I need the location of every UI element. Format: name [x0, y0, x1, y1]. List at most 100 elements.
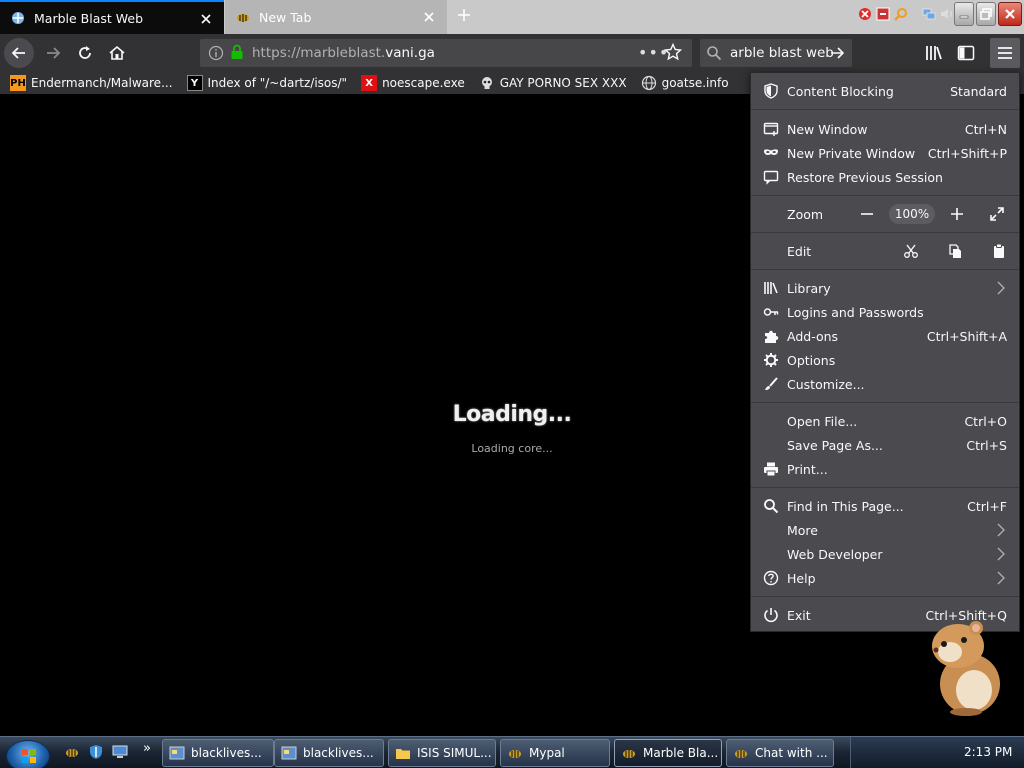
minimize-button[interactable]	[954, 2, 974, 26]
close-window-button[interactable]	[998, 2, 1022, 26]
menu-separator	[751, 269, 1019, 270]
menu-label: Exit	[787, 608, 811, 623]
quicklaunch-overflow-icon[interactable]: »	[143, 741, 151, 756]
bookmark-item[interactable]: goatse.info	[641, 75, 729, 91]
restore-button[interactable]	[976, 2, 996, 26]
fullscreen-icon[interactable]	[989, 206, 1005, 222]
menu-shortcut: Ctrl+F	[967, 499, 1007, 514]
bookmark-star-icon[interactable]	[664, 43, 682, 61]
url-domain: vani.ga	[385, 45, 435, 61]
taskbar-button[interactable]: Mypal	[500, 739, 610, 767]
bee-quicklaunch-icon[interactable]	[64, 744, 80, 760]
menu-addons[interactable]: Add-ons Ctrl+Shift+A	[751, 324, 1019, 348]
marble-favicon-icon	[12, 12, 24, 24]
start-button[interactable]	[6, 740, 50, 768]
zoom-out-icon[interactable]	[859, 206, 875, 222]
menu-restore-session[interactable]: Restore Previous Session	[751, 165, 1019, 189]
back-button[interactable]	[4, 38, 34, 68]
puzzle-icon	[765, 330, 779, 343]
close-tab-icon[interactable]	[421, 9, 437, 25]
open-menu-button[interactable]	[990, 38, 1020, 68]
menu-customize[interactable]: Customize...	[751, 372, 1019, 396]
library-icon[interactable]	[924, 43, 944, 63]
menu-new-private-window[interactable]: New Private Window Ctrl+Shift+P	[751, 141, 1019, 165]
menu-label: Content Blocking	[787, 84, 894, 99]
zoom-reset-button[interactable]: 100%	[889, 204, 935, 224]
hamster-desktop-pet[interactable]	[920, 614, 1008, 718]
menu-save-page[interactable]: Save Page As... Ctrl+S	[751, 433, 1019, 457]
forward-button[interactable]	[38, 38, 68, 68]
menu-options[interactable]: Options	[751, 348, 1019, 372]
power-icon	[764, 608, 778, 623]
arrow-right-icon	[47, 47, 61, 59]
zoom-in-icon[interactable]	[949, 206, 965, 222]
cut-icon[interactable]	[903, 243, 919, 259]
lock-icon[interactable]	[230, 44, 244, 60]
search-bar[interactable]: arble blast web	[700, 39, 852, 67]
menu-open-file[interactable]: Open File... Ctrl+O	[751, 409, 1019, 433]
menu-label: New Window	[787, 122, 868, 137]
key-icon	[763, 308, 779, 316]
stop-sign-tray-icon[interactable]	[858, 7, 872, 21]
taskbar-label: Marble Bla...	[643, 746, 719, 760]
tab-marble-blast[interactable]: Marble Blast Web	[0, 0, 224, 34]
menu-label: Web Developer	[787, 547, 883, 562]
taskbar-button-active[interactable]: Marble Bla...	[614, 739, 722, 767]
menu-logins[interactable]: Logins and Passwords	[751, 300, 1019, 324]
bookmark-item[interactable]: GAY PORNO SEX XXX	[479, 75, 627, 91]
network-tray-icon[interactable]	[922, 7, 936, 21]
url-bar[interactable]: https://marbleblast.vani.ga •••	[200, 39, 692, 67]
menu-more[interactable]: More	[751, 518, 1019, 542]
bookmark-item[interactable]: X noescape.exe	[361, 75, 465, 91]
menu-label: Find in This Page...	[787, 499, 904, 514]
menu-find[interactable]: Find in This Page... Ctrl+F	[751, 494, 1019, 518]
menu-label: Restore Previous Session	[787, 170, 943, 185]
bookmark-label: Endermanch/Malware...	[31, 76, 173, 90]
security-tray-icon[interactable]	[876, 7, 890, 21]
taskbar-button[interactable]: Chat with ...	[726, 739, 834, 767]
menu-help[interactable]: Help	[751, 566, 1019, 590]
menu-web-developer[interactable]: Web Developer	[751, 542, 1019, 566]
menu-label: Add-ons	[787, 329, 839, 344]
taskbar-button[interactable]: blacklives...	[274, 739, 384, 767]
menu-library[interactable]: Library	[751, 276, 1019, 300]
shield-quicklaunch-icon[interactable]	[88, 744, 104, 760]
magnifier-tray-icon[interactable]	[894, 7, 908, 21]
menu-label: Logins and Passwords	[787, 305, 924, 320]
search-input[interactable]: arble blast web	[730, 45, 834, 61]
taskbar-label: blacklives...	[191, 746, 262, 760]
system-clock[interactable]: 2:13 PM	[964, 745, 1012, 759]
bookmark-item[interactable]: PH Endermanch/Malware...	[10, 75, 173, 91]
paintbrush-icon	[765, 377, 778, 390]
reload-button[interactable]	[70, 38, 100, 68]
home-button[interactable]	[102, 38, 132, 68]
volume-tray-icon[interactable]	[940, 7, 954, 21]
copy-icon[interactable]	[947, 243, 963, 259]
taskbar-button[interactable]: ISIS SIMUL...	[388, 739, 496, 767]
url-text: https://marbleblast.vani.ga	[252, 45, 435, 61]
printer-icon	[764, 462, 778, 477]
menu-label: Edit	[787, 244, 812, 259]
bookmark-label: noescape.exe	[382, 76, 465, 90]
search-icon	[764, 499, 779, 514]
menu-print[interactable]: Print...	[751, 457, 1019, 481]
search-go-arrow-icon[interactable]	[828, 44, 846, 62]
taskbar-button[interactable]: blacklives...	[162, 739, 274, 767]
sidebar-icon[interactable]	[956, 43, 976, 63]
paste-icon[interactable]	[991, 243, 1007, 259]
menu-label: Customize...	[787, 377, 865, 392]
reload-icon	[79, 46, 91, 59]
menu-new-window[interactable]: New Window Ctrl+N	[751, 117, 1019, 141]
info-icon[interactable]	[208, 45, 224, 61]
tab-new-tab[interactable]: New Tab	[225, 0, 447, 34]
close-tab-icon[interactable]	[198, 11, 214, 27]
menu-content-blocking[interactable]: Content Blocking Standard	[751, 79, 1019, 103]
tab-title: New Tab	[259, 9, 312, 25]
menu-separator	[751, 596, 1019, 597]
menu-shortcut: Ctrl+Shift+P	[927, 146, 1007, 161]
bookmark-item[interactable]: Y Index of "/~dartz/isos/"	[186, 75, 347, 91]
new-tab-button[interactable]	[452, 7, 476, 27]
menu-shortcut: Ctrl+N	[964, 122, 1007, 137]
computer-quicklaunch-icon[interactable]	[112, 744, 128, 760]
navigation-toolbar: https://marbleblast.vani.ga ••• arble bl…	[0, 34, 1024, 72]
